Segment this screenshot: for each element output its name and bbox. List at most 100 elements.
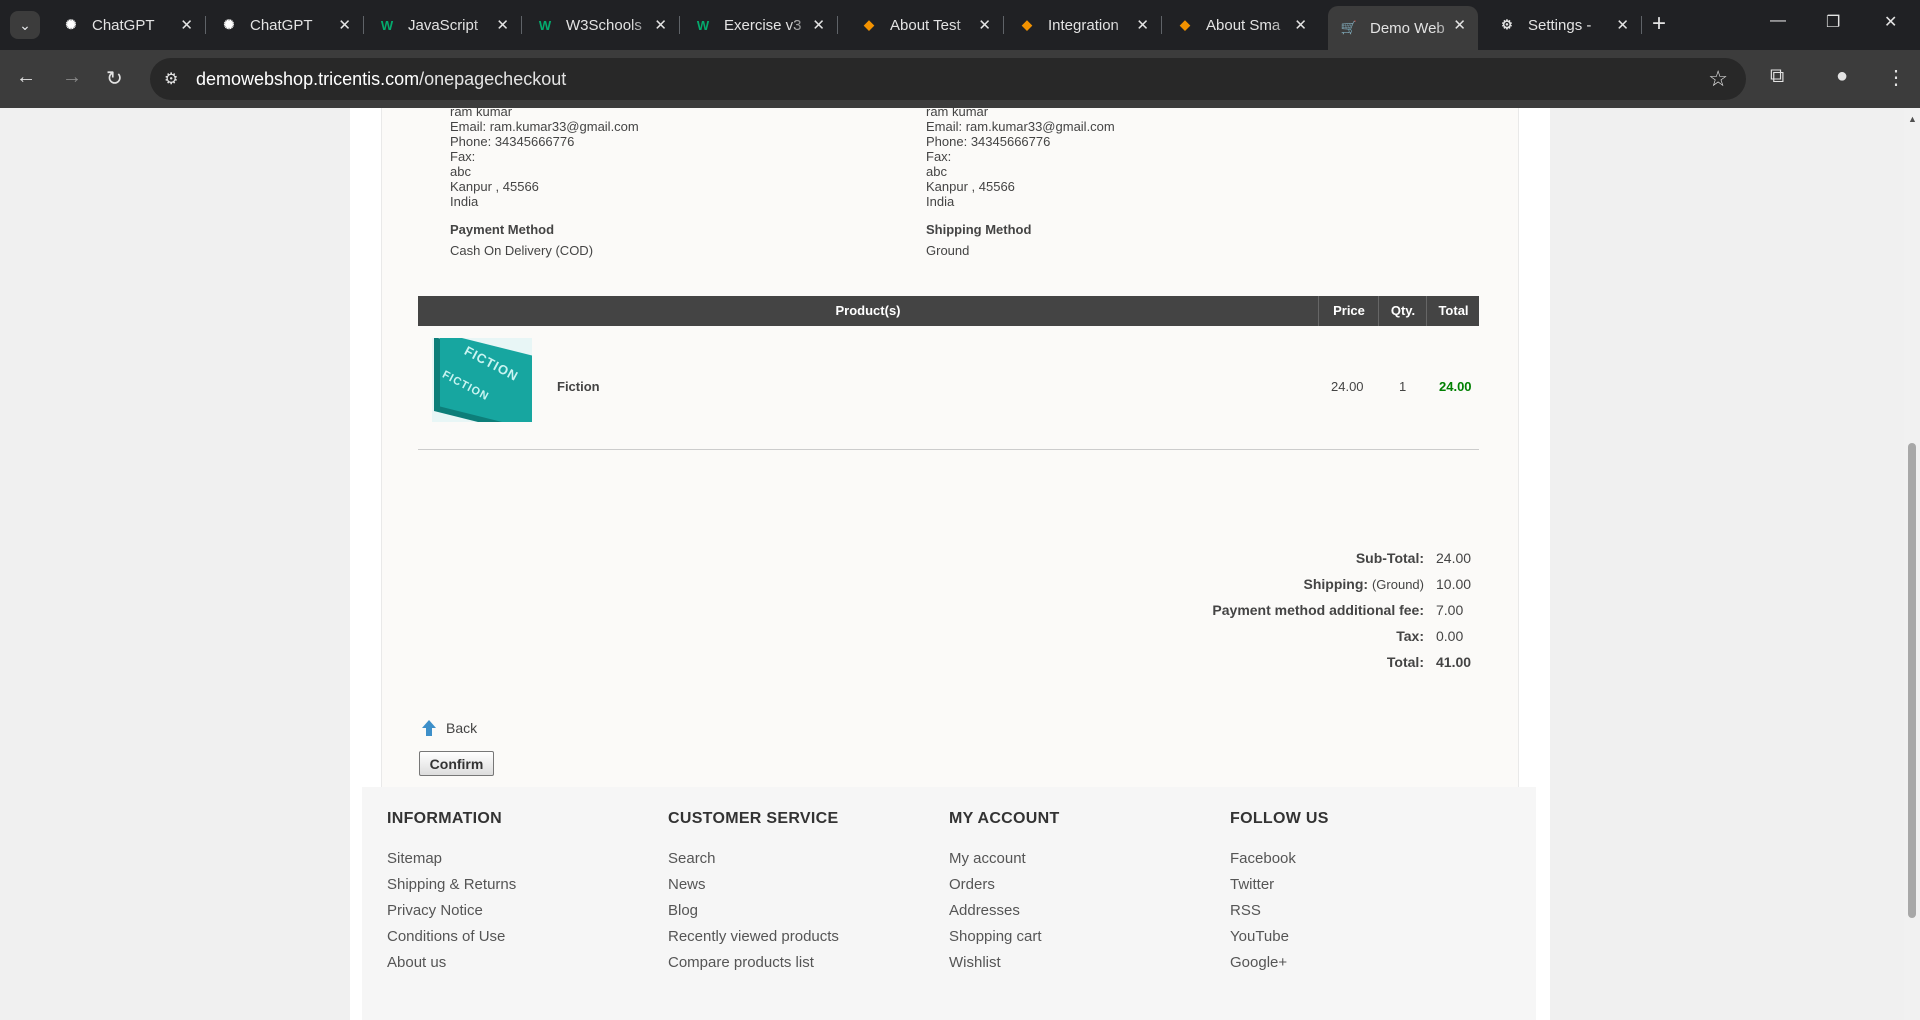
footer-link[interactable]: Privacy Notice xyxy=(387,902,483,919)
url-text: demowebshop.tricentis.com/onepagecheckou… xyxy=(196,69,567,89)
tab-title: About Sma xyxy=(1206,16,1281,34)
cart-divider xyxy=(418,449,1479,450)
footer-link[interactable]: About us xyxy=(387,954,446,971)
extensions-icon[interactable]: ⧉ xyxy=(1770,65,1784,88)
w3schools-icon: W xyxy=(538,17,552,33)
chatgpt-icon: ✺ xyxy=(65,17,77,32)
close-icon[interactable]: ✕ xyxy=(1136,16,1149,34)
tab-title: JavaScript xyxy=(408,16,479,34)
footer-link[interactable]: Twitter xyxy=(1230,876,1274,893)
tab-settings[interactable]: ⚙ Settings - ✕ xyxy=(1486,6,1642,44)
footer-heading: MY ACCOUNT xyxy=(949,810,1060,827)
footer-link[interactable]: YouTube xyxy=(1230,928,1289,945)
up-arrow-icon xyxy=(422,720,436,736)
footer-heading: CUSTOMER SERVICE xyxy=(668,810,839,827)
tab-about-sma[interactable]: ◆ About Sma ✕ xyxy=(1164,6,1319,44)
shipping-street: abc xyxy=(926,164,947,179)
reload-icon[interactable]: ↻ xyxy=(106,66,123,91)
site-footer: INFORMATION Sitemap Shipping & Returns P… xyxy=(362,787,1536,1020)
product-total: 24.00 xyxy=(1439,379,1472,394)
minimize-icon[interactable]: — xyxy=(1770,12,1786,30)
col-qty: Qty. xyxy=(1378,296,1427,326)
tab-javascript[interactable]: W JavaScript ✕ xyxy=(366,6,522,44)
window-close-icon[interactable]: ✕ xyxy=(1884,12,1897,32)
col-products: Product(s) xyxy=(835,303,901,318)
tab-title: About Test xyxy=(890,16,961,34)
page-scrollbar[interactable]: ▲ xyxy=(1904,108,1920,1020)
payment-method-value: Cash On Delivery (COD) xyxy=(450,243,594,258)
footer-link[interactable]: Shopping cart xyxy=(949,928,1042,945)
product-name[interactable]: Fiction xyxy=(557,379,600,394)
tab-title: ChatGPT xyxy=(92,16,155,34)
footer-link[interactable]: Facebook xyxy=(1230,850,1296,867)
new-tab-icon[interactable]: + xyxy=(1652,10,1666,38)
scroll-up-arrow-icon[interactable]: ▲ xyxy=(1908,114,1917,124)
footer-link[interactable]: My account xyxy=(949,850,1026,867)
footer-link[interactable]: Google+ xyxy=(1230,954,1287,971)
tab-w3schools[interactable]: W W3Schools ✕ xyxy=(524,6,680,44)
tab-title: Demo Web xyxy=(1370,19,1445,37)
footer-link[interactable]: RSS xyxy=(1230,902,1261,919)
close-icon[interactable]: ✕ xyxy=(1616,16,1629,34)
chatgpt-icon: ✺ xyxy=(223,17,235,32)
back-link[interactable]: Back xyxy=(422,720,477,736)
tax-row: Tax: 0.00 xyxy=(1396,628,1464,644)
tosca-icon: ◆ xyxy=(1180,17,1190,32)
shipping-method-value: Ground xyxy=(926,243,970,258)
tab-chatgpt-2[interactable]: ✺ ChatGPT ✕ xyxy=(208,6,364,44)
footer-link[interactable]: Conditions of Use xyxy=(387,928,505,945)
tab-chatgpt-1[interactable]: ✺ ChatGPT ✕ xyxy=(50,6,206,44)
confirm-button[interactable]: Confirm xyxy=(419,751,494,776)
footer-link[interactable]: Recently viewed products xyxy=(668,928,839,945)
product-image-fiction[interactable]: FICTION FICTION xyxy=(432,338,532,422)
tab-integration[interactable]: ◆ Integration ✕ xyxy=(1006,6,1162,44)
shipping-name: ram kumar xyxy=(926,108,989,119)
tab-title: Integration xyxy=(1048,16,1119,34)
footer-link[interactable]: Compare products list xyxy=(668,954,814,971)
tab-about-test[interactable]: ◆ About Test ✕ xyxy=(848,6,1004,44)
restore-icon[interactable]: ❐ xyxy=(1826,12,1840,32)
w3schools-icon: W xyxy=(380,17,394,33)
forward-arrow-icon[interactable]: → xyxy=(62,66,82,89)
close-icon[interactable]: ✕ xyxy=(978,16,991,34)
back-arrow-icon[interactable]: ← xyxy=(16,66,36,89)
tab-demo-web[interactable]: 🛒 Demo Web ✕ xyxy=(1328,6,1478,50)
close-icon[interactable]: ✕ xyxy=(812,16,825,34)
footer-link[interactable]: News xyxy=(668,876,706,893)
bookmark-star-icon[interactable]: ☆ xyxy=(1708,66,1728,92)
close-icon[interactable]: ✕ xyxy=(1294,16,1307,34)
footer-link[interactable]: Sitemap xyxy=(387,850,442,867)
tab-search-button[interactable]: ⌄ xyxy=(10,11,40,39)
tab-title: Settings - xyxy=(1528,16,1592,34)
site-info-icon[interactable]: ⚙ xyxy=(164,69,182,88)
payment-fee-row: Payment method additional fee: 7.00 xyxy=(1212,602,1464,618)
product-price: 24.00 xyxy=(1331,379,1364,394)
billing-email: Email: ram.kumar33@gmail.com xyxy=(450,119,639,134)
close-icon[interactable]: ✕ xyxy=(654,16,667,34)
close-icon[interactable]: ✕ xyxy=(180,16,193,34)
close-icon[interactable]: ✕ xyxy=(1453,16,1466,34)
tab-exercise[interactable]: W Exercise v3 ✕ xyxy=(682,6,838,44)
close-icon[interactable]: ✕ xyxy=(338,16,351,34)
address-bar[interactable]: ⚙ demowebshop.tricentis.com/onepagecheck… xyxy=(150,58,1746,100)
footer-link[interactable]: Shipping & Returns xyxy=(387,876,516,893)
footer-link[interactable]: Blog xyxy=(668,902,698,919)
menu-kebab-icon[interactable]: ⋮ xyxy=(1886,65,1906,90)
w3schools-icon: W xyxy=(696,17,710,33)
footer-link[interactable]: Addresses xyxy=(949,902,1020,919)
profile-avatar-icon[interactable]: ● xyxy=(1836,65,1848,88)
footer-link[interactable]: Wishlist xyxy=(949,954,1001,971)
scrollbar-thumb[interactable] xyxy=(1908,443,1916,918)
tosca-icon: ◆ xyxy=(864,17,874,32)
col-price: Price xyxy=(1318,296,1379,326)
tab-title: Exercise v3 xyxy=(724,16,802,34)
col-total: Total xyxy=(1426,296,1480,326)
billing-street: abc xyxy=(450,164,471,179)
footer-link[interactable]: Search xyxy=(668,850,716,867)
billing-address: ram kumar Email: ram.kumar33@gmail.com P… xyxy=(450,108,639,209)
footer-link[interactable]: Orders xyxy=(949,876,995,893)
shipping-email: Email: ram.kumar33@gmail.com xyxy=(926,119,1115,134)
shipping-phone: Phone: 34345666776 xyxy=(926,134,1051,149)
close-icon[interactable]: ✕ xyxy=(496,16,509,34)
shipping-fax: Fax: xyxy=(926,149,952,164)
